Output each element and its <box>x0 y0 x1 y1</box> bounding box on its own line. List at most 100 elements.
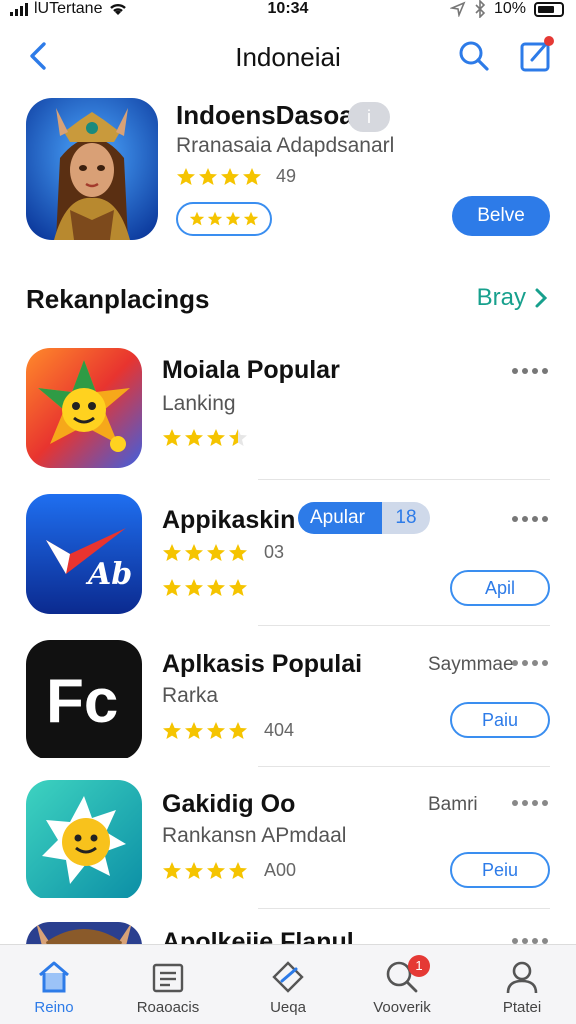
see-all-label: Bray <box>476 284 526 311</box>
app-rating: A00 <box>162 860 296 881</box>
app-rating: 404 <box>162 720 294 741</box>
star-rating <box>162 428 248 448</box>
app-icon[interactable] <box>26 348 142 468</box>
star-icon <box>189 211 205 226</box>
divider <box>258 908 550 909</box>
featured-rating-button[interactable] <box>176 202 272 236</box>
app-icon[interactable] <box>26 780 142 900</box>
battery-icon <box>534 1 564 17</box>
featured-app-icon[interactable] <box>26 98 158 240</box>
star-icon <box>229 543 247 561</box>
star-icon <box>185 543 203 561</box>
notification-badge: 1 <box>408 955 430 977</box>
list-item[interactable]: Moiala Popular Lanking <box>0 346 576 480</box>
rating-count: 49 <box>276 166 297 186</box>
divider <box>258 479 550 480</box>
app-icon[interactable]: Ab <box>26 494 142 614</box>
bluetooth-icon <box>475 0 486 18</box>
more-options-icon[interactable] <box>510 658 550 668</box>
featured-app[interactable]: IndoensDasoa i Rranasaia Adapdsanarl 49 … <box>0 96 576 246</box>
star-icon <box>185 579 203 596</box>
app-rating: 03 <box>162 542 284 563</box>
tab-news[interactable]: Roaoacis <box>118 955 218 1021</box>
tag-label: Apular <box>298 502 382 534</box>
app-action-button[interactable]: Apil <box>450 570 550 606</box>
star-icon <box>185 721 203 739</box>
location-icon <box>449 1 466 17</box>
app-subtitle: Lanking <box>162 392 236 415</box>
rating-count: A00 <box>264 860 297 880</box>
rating-count: 404 <box>264 720 295 740</box>
star-icon <box>207 429 225 446</box>
list-item[interactable]: Apolkeiie Flanul <box>0 920 576 944</box>
news-icon <box>152 963 184 993</box>
person-icon <box>506 961 538 994</box>
svg-text:Fc: Fc <box>46 667 118 736</box>
star-icon <box>225 211 241 226</box>
app-action-button[interactable]: Paiu <box>450 702 550 738</box>
tab-label: Roaoacis <box>136 999 200 1016</box>
star-rating <box>162 578 248 598</box>
games-icon <box>272 961 304 993</box>
tab-search[interactable]: 1 Vooverik <box>352 955 452 1021</box>
see-all-link[interactable]: Bray <box>477 284 548 312</box>
section-header: Rekanplacings Bray <box>0 280 576 320</box>
star-half-icon <box>229 429 247 446</box>
star-rating <box>162 861 248 881</box>
app-name: Moiala Popular <box>162 356 340 384</box>
list-item[interactable]: Gakidig Oo Bamri Rankansn APmdaal A00 Pe… <box>0 780 576 910</box>
star-rating <box>162 543 248 563</box>
battery-percent: 10% <box>493 0 526 17</box>
compose-icon[interactable] <box>516 34 556 74</box>
star-rating <box>176 167 262 187</box>
star-icon <box>163 543 181 561</box>
list-item[interactable]: Ab Appikaskin Apular 18 03 Apil <box>0 494 576 626</box>
app-icon[interactable] <box>26 922 142 944</box>
star-icon <box>207 861 225 879</box>
app-rating-secondary <box>162 578 248 598</box>
app-name: Aplkasis Populai <box>162 650 363 678</box>
star-icon <box>163 861 181 879</box>
star-icon <box>199 167 217 185</box>
app-icon[interactable]: Fc <box>26 640 142 760</box>
search-icon[interactable] <box>456 38 492 74</box>
svg-text:Ab: Ab <box>85 557 132 592</box>
tab-profile[interactable]: Ptatei <box>472 955 572 1021</box>
app-subtitle: Rankansn APmdaal <box>162 824 347 847</box>
nav-bar: Indoneiai <box>0 30 576 80</box>
tab-label: Reino <box>34 999 74 1016</box>
star-icon <box>207 579 225 596</box>
tab-bar: Reino Roaoacis Ueqa 1 Vooverik Ptatei <box>0 944 576 1024</box>
popular-tag: Apular 18 <box>298 502 430 534</box>
divider <box>258 766 550 767</box>
featured-app-rating: 49 <box>176 166 296 187</box>
star-icon <box>229 579 247 596</box>
star-icon <box>177 167 195 185</box>
star-icon <box>185 429 203 446</box>
featured-app-badge: i <box>348 102 390 132</box>
more-options-icon[interactable] <box>510 514 550 524</box>
more-options-icon[interactable] <box>510 798 550 808</box>
more-options-icon[interactable] <box>510 936 550 944</box>
star-icon <box>243 167 261 185</box>
tab-label: Ptatei <box>502 999 542 1016</box>
app-name: Apolkeiie Flanul <box>162 928 354 944</box>
more-options-icon[interactable] <box>510 366 550 376</box>
get-button[interactable]: Belve <box>452 196 550 236</box>
tab-label: Vooverik <box>373 999 431 1016</box>
app-action-button[interactable]: Peiu <box>450 852 550 888</box>
star-icon <box>221 167 239 185</box>
star-icon <box>163 721 181 739</box>
status-bar: lUTertane 10:34 10% <box>0 0 576 22</box>
tab-games[interactable]: Ueqa <box>238 955 338 1021</box>
star-icon <box>207 211 223 226</box>
list-item[interactable]: Fc Aplkasis Populai Saymmae Rarka 404 Pa… <box>0 640 576 770</box>
rating-count: 03 <box>264 542 285 562</box>
app-meta-label: Saymmae <box>428 654 514 675</box>
section-title: Rekanplacings <box>26 284 210 314</box>
star-rating <box>162 721 248 741</box>
star-icon <box>163 429 181 446</box>
tab-today[interactable]: Reino <box>4 955 104 1021</box>
star-icon <box>207 543 225 561</box>
app-name: Gakidig Oo <box>162 790 296 818</box>
